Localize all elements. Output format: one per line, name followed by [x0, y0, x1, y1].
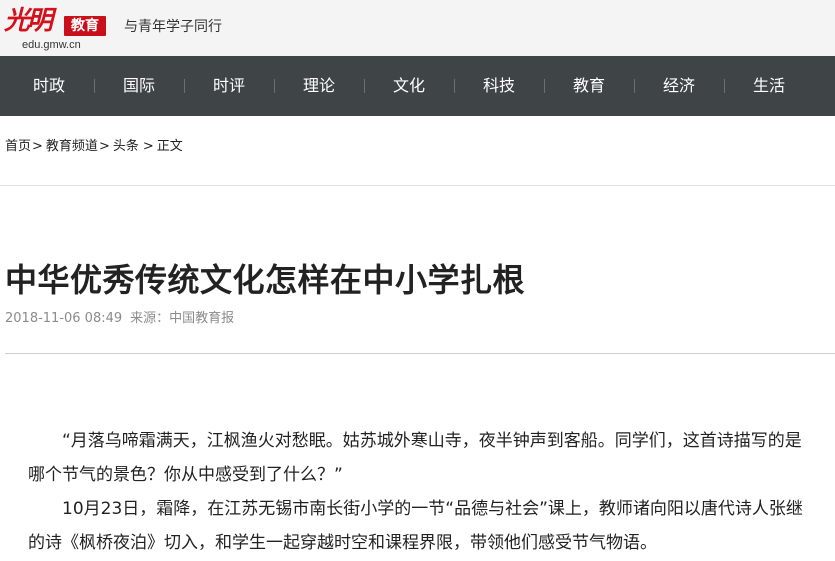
- breadcrumb-current: 正文: [156, 139, 183, 154]
- article-paragraph: “月落乌啼霜满天，江枫渔火对愁眠。姑苏城外寒山寺，夜半钟声到客船。同学们，这首诗…: [28, 431, 802, 485]
- breadcrumb-separator: >: [32, 139, 43, 154]
- breadcrumb-home-link[interactable]: 首页: [5, 139, 31, 154]
- nav-item-education[interactable]: 教育: [544, 56, 634, 116]
- main-nav: 时政 国际 时评 理论 文化 科技 教育 经济 生活: [0, 56, 835, 116]
- breadcrumb-section-link[interactable]: 头条: [113, 139, 139, 154]
- breadcrumb-separator: >: [98, 139, 110, 154]
- breadcrumb: 首页> 教育频道> 头条 > 正文: [5, 138, 183, 156]
- article-source: 来源：中国教育报: [130, 311, 235, 326]
- article-paragraph: 10月23日，霜降，在江苏无锡市南长街小学的一节“品德与社会”课上，教师诸向阳以…: [28, 499, 803, 553]
- article-date: 2018-11-06 08:49: [5, 311, 123, 326]
- nav-item-culture[interactable]: 文化: [364, 56, 454, 116]
- site-logo[interactable]: 光明 教育 edu.gmw.cn: [4, 6, 114, 52]
- logo-badge: 教育: [64, 16, 106, 36]
- nav-item-politics[interactable]: 时政: [4, 56, 94, 116]
- nav-item-economy[interactable]: 经济: [634, 56, 724, 116]
- nav-item-life[interactable]: 生活: [724, 56, 814, 116]
- nav-item-technology[interactable]: 科技: [454, 56, 544, 116]
- site-slogan: 与青年学子同行: [124, 19, 222, 35]
- logo-script: 光明: [4, 6, 53, 36]
- logo-domain: edu.gmw.cn: [22, 39, 81, 51]
- divider: [5, 353, 835, 354]
- nav-item-commentary[interactable]: 时评: [184, 56, 274, 116]
- nav-item-theory[interactable]: 理论: [274, 56, 364, 116]
- article-body: “月落乌啼霜满天，江枫渔火对愁眠。姑苏城外寒山寺，夜半钟声到客船。同学们，这首诗…: [28, 424, 818, 560]
- divider: [0, 185, 835, 186]
- breadcrumb-separator: >: [142, 139, 154, 154]
- article-title: 中华优秀传统文化怎样在中小学扎根: [5, 261, 526, 299]
- nav-item-international[interactable]: 国际: [94, 56, 184, 116]
- breadcrumb-channel-link[interactable]: 教育频道: [46, 139, 98, 154]
- article-meta: 2018-11-06 08:49 来源：中国教育报: [5, 310, 242, 328]
- site-header: 光明 教育 edu.gmw.cn 与青年学子同行: [0, 0, 835, 56]
